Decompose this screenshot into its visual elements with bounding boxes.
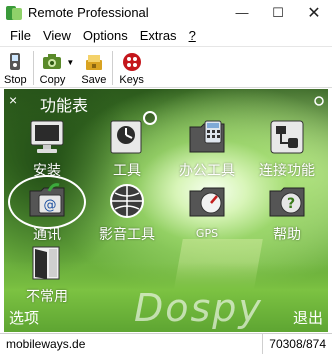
minimize-button[interactable]: — bbox=[224, 0, 260, 25]
menu-item-tools[interactable]: 工具 bbox=[92, 111, 162, 183]
menu-bar: File View Options Extras ? bbox=[0, 25, 332, 45]
menu-options[interactable]: Options bbox=[77, 28, 134, 43]
copy-label: Copy bbox=[39, 74, 66, 86]
save-button[interactable]: Save bbox=[77, 51, 110, 86]
maximize-button[interactable]: ☐ bbox=[260, 0, 296, 25]
stop-icon bbox=[4, 51, 26, 73]
menu-item-label: 影音工具 bbox=[99, 227, 155, 243]
help-icon: ? bbox=[267, 181, 307, 221]
status-right-text: 70308/874 bbox=[262, 334, 326, 354]
menu-help[interactable]: ? bbox=[183, 28, 202, 43]
app-icon bbox=[6, 5, 22, 21]
window-title: Remote Professional bbox=[28, 5, 149, 20]
stop-label: Stop bbox=[4, 74, 27, 86]
menu-item-label: 连接功能 bbox=[259, 163, 315, 179]
keys-button[interactable]: Keys bbox=[115, 51, 147, 86]
menu-item-gps[interactable]: GPS bbox=[172, 181, 242, 247]
menu-item-label: 帮助 bbox=[273, 227, 301, 243]
phone-menu-title: 功能表 bbox=[40, 96, 89, 115]
monitor-icon bbox=[27, 117, 67, 157]
menu-item-media[interactable]: 影音工具 bbox=[92, 181, 162, 247]
camera-icon bbox=[41, 51, 63, 73]
tools-icon bbox=[107, 111, 157, 157]
menu-item-install[interactable]: 安装 bbox=[12, 117, 82, 183]
menu-item-label: GPS bbox=[195, 227, 219, 240]
menu-item-office[interactable]: 办公工具 bbox=[172, 117, 242, 183]
watermark: Dospy bbox=[134, 286, 263, 330]
status-bar: mobileways.de 70308/874 bbox=[0, 333, 332, 354]
close-button[interactable]: ✕ bbox=[296, 0, 332, 25]
badge-icon bbox=[143, 111, 157, 125]
phone-screen[interactable]: × 功能表 安装 工具 办公工具 连接功能 @ 通讯 影音工具 GPS ? 帮助… bbox=[4, 89, 328, 332]
softkey-exit[interactable]: 退出 bbox=[293, 307, 323, 328]
door-icon bbox=[27, 243, 67, 283]
media-icon bbox=[107, 181, 147, 221]
menu-item-label: 工具 bbox=[113, 163, 141, 179]
gps-icon bbox=[187, 181, 227, 221]
copy-button[interactable]: Copy bbox=[36, 51, 70, 86]
svg-text:@: @ bbox=[44, 198, 57, 213]
menu-view[interactable]: View bbox=[37, 28, 77, 43]
menu-item-help[interactable]: ? 帮助 bbox=[252, 181, 322, 247]
phone-close-icon[interactable]: × bbox=[9, 92, 17, 108]
copy-dropdown-icon[interactable]: ▼ bbox=[65, 51, 75, 73]
menu-item-label: 不常用 bbox=[26, 289, 68, 305]
keys-label: Keys bbox=[119, 74, 144, 86]
menu-item-messaging[interactable]: @ 通讯 bbox=[8, 175, 86, 247]
menu-item-connectivity[interactable]: 连接功能 bbox=[252, 117, 322, 183]
save-icon bbox=[83, 51, 105, 73]
title-bar: Remote Professional — ☐ ✕ bbox=[0, 0, 332, 25]
save-label: Save bbox=[81, 74, 107, 86]
messaging-icon: @ bbox=[27, 181, 67, 221]
toolbar: Stop Copy ▼ Save Keys bbox=[0, 46, 332, 88]
menu-item-rarely-used[interactable]: 不常用 bbox=[12, 243, 82, 309]
status-left-text: mobileways.de bbox=[6, 337, 86, 351]
office-icon bbox=[187, 117, 227, 157]
menu-file[interactable]: File bbox=[4, 28, 37, 43]
stop-button[interactable]: Stop bbox=[0, 51, 31, 86]
toolbar-separator bbox=[32, 51, 34, 85]
keys-icon bbox=[121, 51, 143, 73]
menu-item-label: 办公工具 bbox=[179, 163, 235, 179]
svg-text:?: ? bbox=[287, 196, 295, 212]
menu-extras[interactable]: Extras bbox=[134, 28, 183, 43]
softkey-options[interactable]: 选项 bbox=[9, 307, 39, 328]
phone-header: × 功能表 bbox=[4, 89, 328, 115]
toolbar-separator bbox=[112, 51, 114, 85]
signal-icon bbox=[314, 96, 324, 106]
connectivity-icon bbox=[267, 117, 307, 157]
